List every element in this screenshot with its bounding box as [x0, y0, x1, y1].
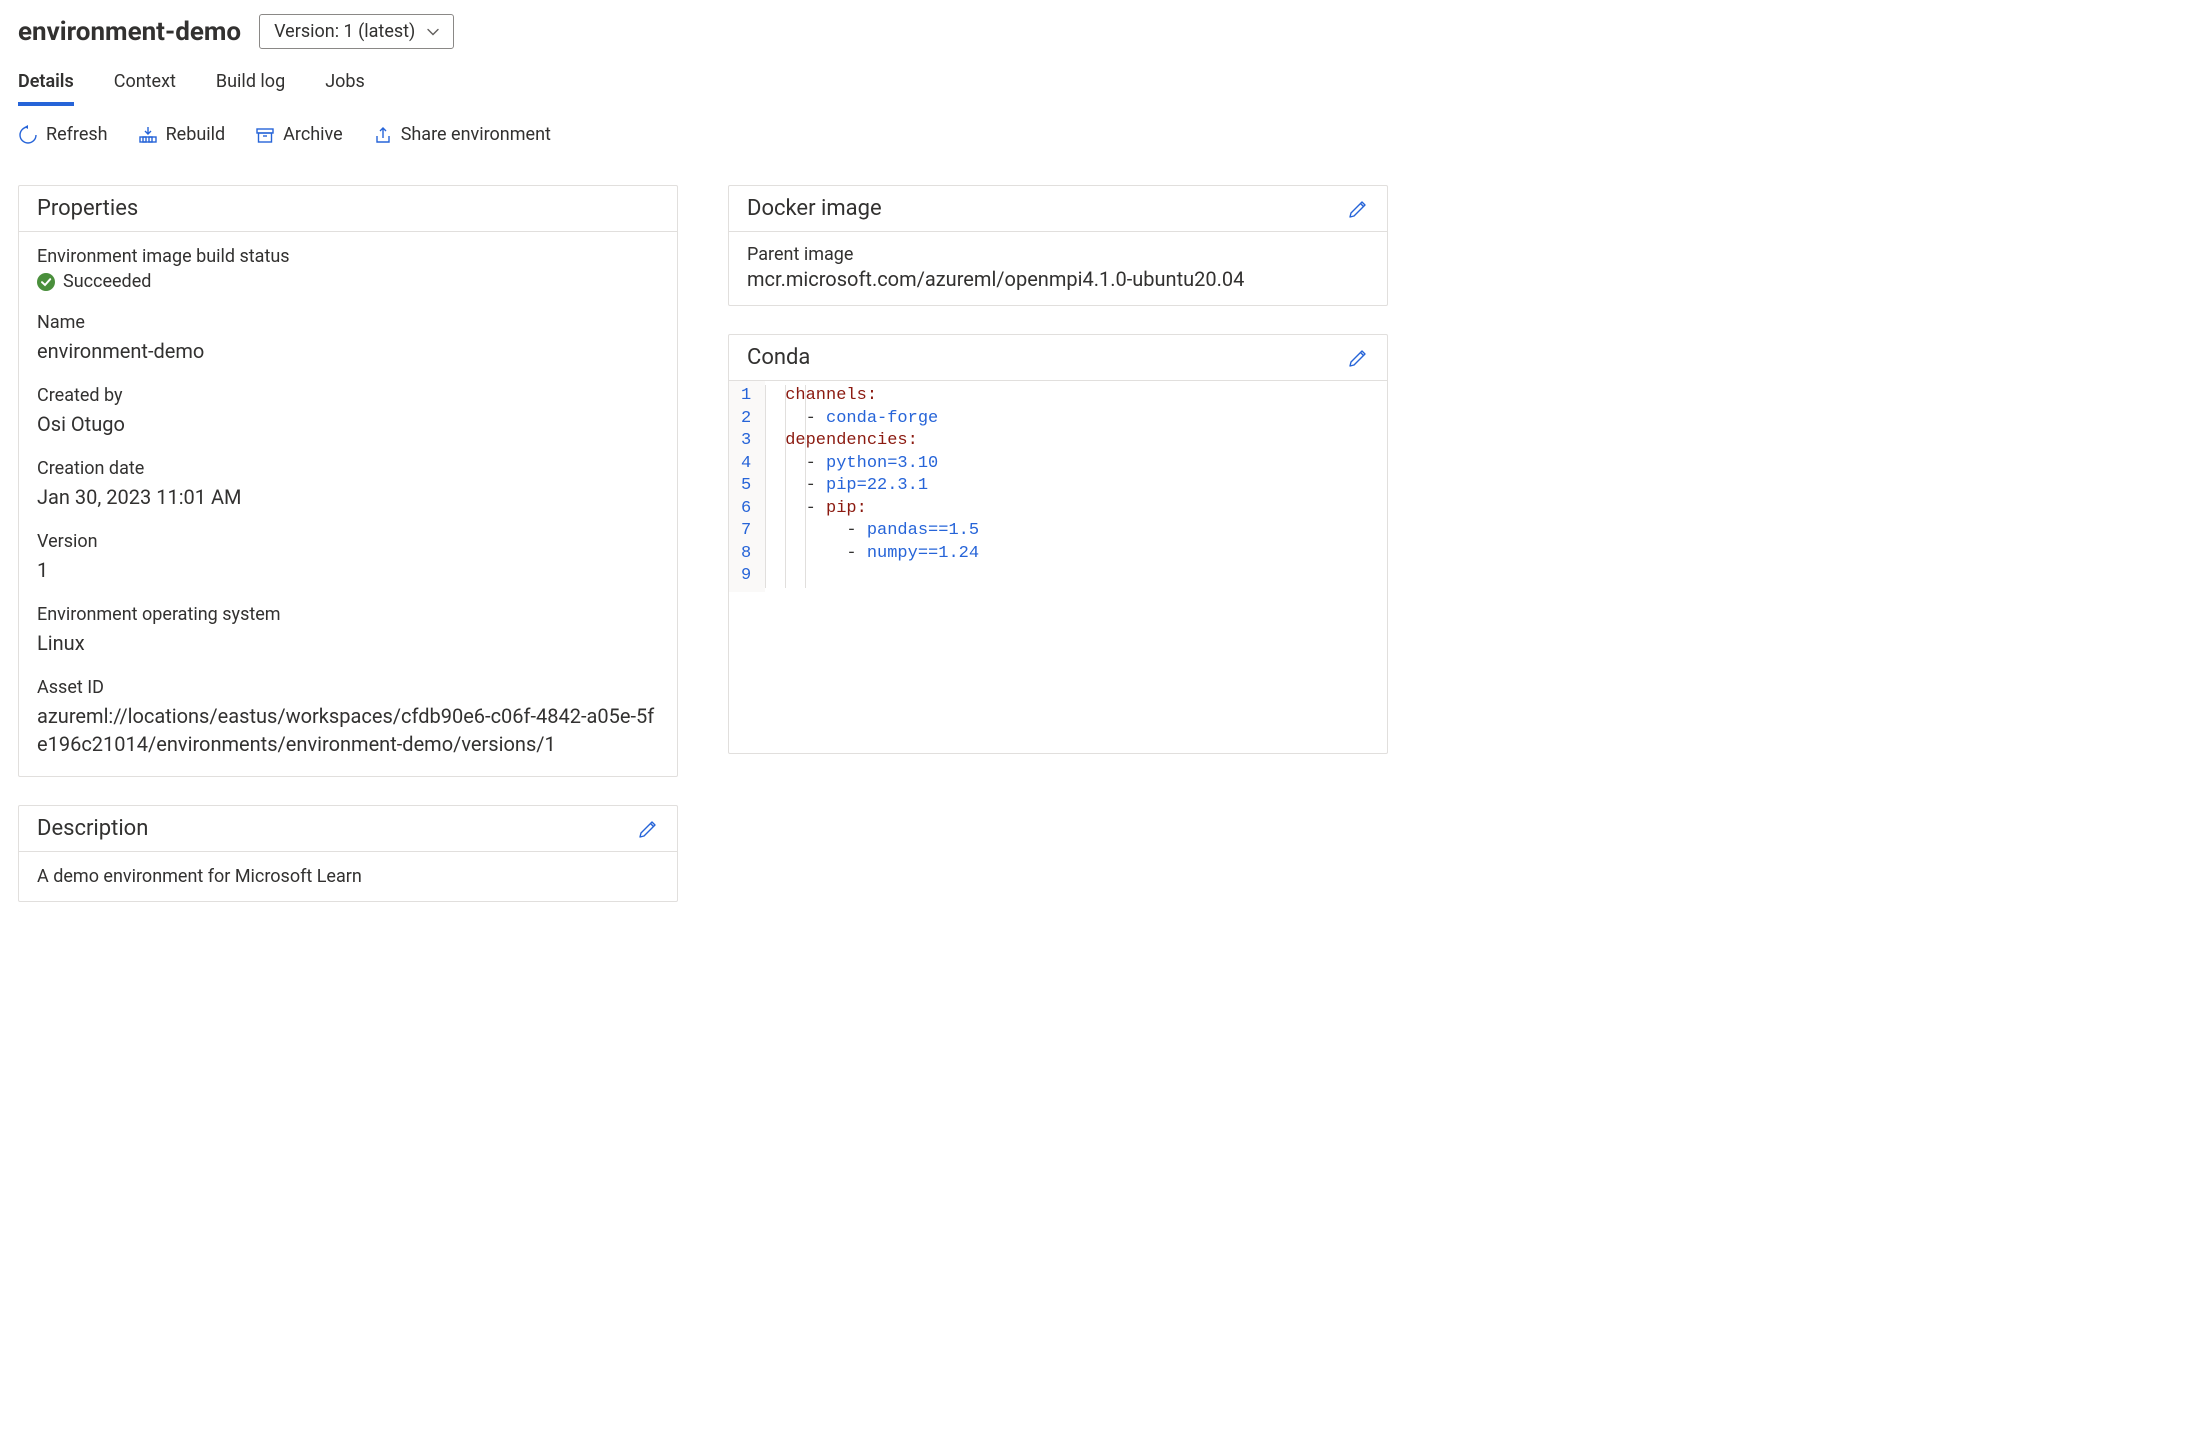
code-token: channels: [785, 386, 867, 405]
version-selector-label: Version: 1 (latest): [274, 21, 415, 42]
parent-image-value: mcr.microsoft.com/azureml/openmpi4.1.0-u…: [747, 267, 1369, 291]
line-number: 6: [741, 498, 751, 521]
edit-icon[interactable]: [1347, 198, 1369, 220]
description-value: A demo environment for Microsoft Learn: [19, 852, 677, 901]
creation-date-label: Creation date: [37, 458, 659, 479]
code-token: :: [867, 386, 877, 405]
rebuild-icon: [138, 125, 158, 145]
created-by-value: Osi Otugo: [37, 410, 659, 438]
line-number: 2: [741, 408, 751, 431]
tab-context[interactable]: Context: [114, 65, 176, 106]
code-token: pip: [826, 499, 857, 518]
code-token: -: [806, 499, 826, 518]
properties-heading: Properties: [37, 196, 138, 221]
rebuild-button[interactable]: Rebuild: [138, 124, 226, 145]
docker-heading: Docker image: [747, 196, 882, 221]
tab-jobs[interactable]: Jobs: [325, 65, 365, 106]
build-status-row: Succeeded: [37, 271, 659, 292]
edit-icon[interactable]: [1347, 347, 1369, 369]
code-token: numpy==1.24: [867, 544, 979, 563]
conda-card: Conda 1 2 3 4 5 6 7 8 9: [728, 334, 1388, 754]
code-token: python=3.10: [826, 454, 938, 473]
tab-details[interactable]: Details: [18, 65, 74, 106]
os-label: Environment operating system: [37, 604, 659, 625]
docker-card: Docker image Parent image mcr.microsoft.…: [728, 185, 1388, 306]
version-value: 1: [37, 556, 659, 584]
content-columns: Properties Environment image build statu…: [18, 185, 2182, 902]
refresh-icon: [18, 125, 38, 145]
left-column: Properties Environment image build statu…: [18, 185, 678, 902]
conda-heading: Conda: [747, 345, 810, 370]
tab-build-log[interactable]: Build log: [216, 65, 285, 106]
line-number: 4: [741, 453, 751, 476]
name-value: environment-demo: [37, 337, 659, 365]
description-card-head: Description: [19, 806, 677, 852]
line-number: 9: [741, 565, 751, 588]
code-token: pip=22.3.1: [826, 476, 928, 495]
version-selector[interactable]: Version: 1 (latest): [259, 14, 454, 49]
line-number: 3: [741, 430, 751, 453]
share-label: Share environment: [401, 124, 551, 145]
build-status-value: Succeeded: [63, 271, 151, 292]
line-number: 8: [741, 543, 751, 566]
line-number-gutter: 1 2 3 4 5 6 7 8 9: [729, 381, 765, 592]
share-button[interactable]: Share environment: [373, 124, 551, 145]
code-token: -: [806, 409, 826, 428]
code-token: -: [846, 521, 866, 540]
os-value: Linux: [37, 629, 659, 657]
share-icon: [373, 125, 393, 145]
asset-id-label: Asset ID: [37, 677, 659, 698]
creation-date-value: Jan 30, 2023 11:01 AM: [37, 483, 659, 511]
code-token: -: [846, 544, 866, 563]
description-heading: Description: [37, 816, 148, 841]
code-token: dependencies: [785, 431, 907, 450]
line-number: 1: [741, 385, 751, 408]
code-token: -: [806, 454, 826, 473]
code-token: conda-forge: [826, 409, 938, 428]
description-card: Description A demo environment for Micro…: [18, 805, 678, 902]
build-status-label: Environment image build status: [37, 246, 659, 267]
version-label: Version: [37, 531, 659, 552]
line-number: 5: [741, 475, 751, 498]
asset-id-value: azureml://locations/eastus/workspaces/cf…: [37, 702, 659, 758]
line-number: 7: [741, 520, 751, 543]
code-token: :: [908, 431, 918, 450]
tabs: Details Context Build log Jobs: [18, 65, 2182, 106]
toolbar: Refresh Rebuild Archive Share environmen…: [18, 124, 2182, 145]
archive-button[interactable]: Archive: [255, 124, 343, 145]
archive-label: Archive: [283, 124, 343, 145]
chevron-down-icon: [427, 26, 439, 38]
conda-code-block: 1 2 3 4 5 6 7 8 9 channels: - conda-forg…: [729, 381, 1387, 592]
docker-card-head: Docker image: [729, 186, 1387, 232]
page-title: environment-demo: [18, 17, 241, 47]
page-header: environment-demo Version: 1 (latest): [18, 14, 2182, 49]
refresh-button[interactable]: Refresh: [18, 124, 108, 145]
archive-icon: [255, 125, 275, 145]
name-label: Name: [37, 312, 659, 333]
code-token: pandas==1.5: [867, 521, 979, 540]
code-token: :: [857, 499, 867, 518]
conda-card-head: Conda: [729, 335, 1387, 381]
right-column: Docker image Parent image mcr.microsoft.…: [728, 185, 1388, 754]
properties-card-body: Environment image build status Succeeded…: [19, 232, 677, 776]
properties-card-head: Properties: [19, 186, 677, 232]
code-content: channels: - conda-forge dependencies: - …: [765, 381, 979, 592]
refresh-label: Refresh: [46, 124, 108, 145]
success-check-icon: [37, 273, 55, 291]
created-by-label: Created by: [37, 385, 659, 406]
rebuild-label: Rebuild: [166, 124, 226, 145]
code-token: -: [806, 476, 826, 495]
parent-image-label: Parent image: [747, 244, 1369, 265]
docker-card-body: Parent image mcr.microsoft.com/azureml/o…: [729, 232, 1387, 305]
edit-icon[interactable]: [637, 818, 659, 840]
properties-card: Properties Environment image build statu…: [18, 185, 678, 777]
